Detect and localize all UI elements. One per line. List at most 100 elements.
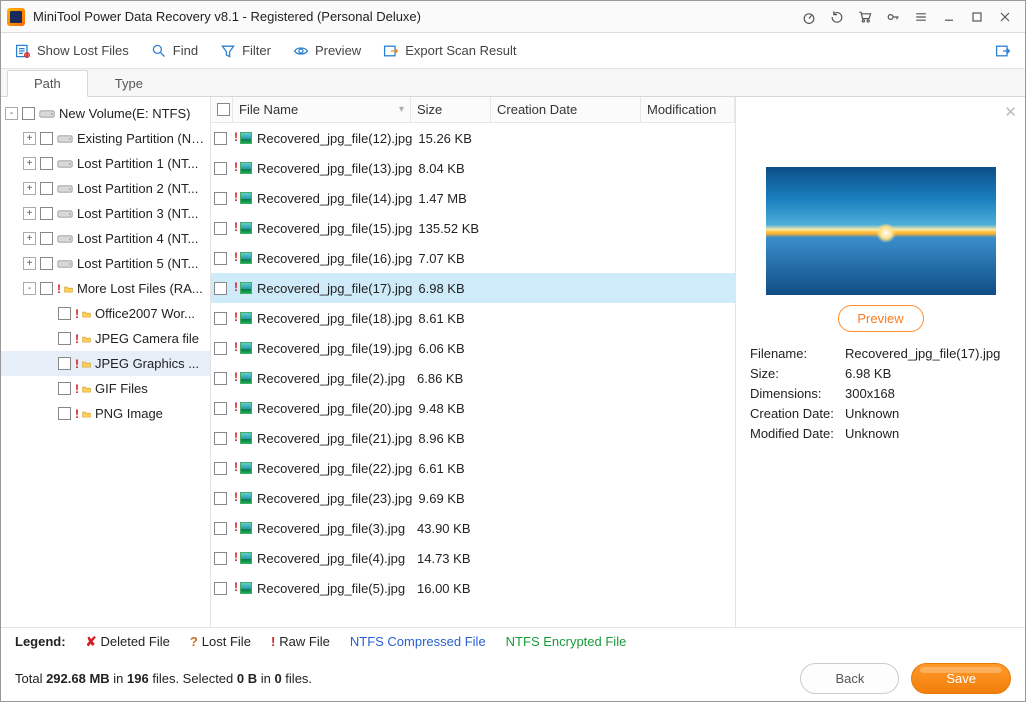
titlebar-refresh-icon[interactable] bbox=[823, 3, 851, 31]
tree-item[interactable]: +Lost Partition 2 (NT... bbox=[1, 176, 210, 201]
file-row[interactable]: !Recovered_jpg_file(15).jpg135.52 KB bbox=[211, 213, 735, 243]
tree-item[interactable]: -!More Lost Files (RA... bbox=[1, 276, 210, 301]
file-checkbox[interactable] bbox=[214, 312, 227, 325]
titlebar-gauge-icon[interactable] bbox=[795, 3, 823, 31]
tree-item[interactable]: +Lost Partition 3 (NT... bbox=[1, 201, 210, 226]
tree-expander-icon[interactable] bbox=[41, 307, 54, 320]
tree-expander-icon[interactable]: + bbox=[23, 132, 36, 145]
tree-checkbox[interactable] bbox=[22, 107, 35, 120]
tree-item[interactable]: +Lost Partition 5 (NT... bbox=[1, 251, 210, 276]
file-rows[interactable]: !Recovered_jpg_file(12).jpg15.26 KB!Reco… bbox=[211, 123, 735, 627]
file-row[interactable]: !Recovered_jpg_file(3).jpg43.90 KB bbox=[211, 513, 735, 543]
file-checkbox[interactable] bbox=[214, 462, 227, 475]
tree-item[interactable]: +Lost Partition 4 (NT... bbox=[1, 226, 210, 251]
tree-checkbox[interactable] bbox=[40, 182, 53, 195]
file-row[interactable]: !Recovered_jpg_file(19).jpg6.06 KB bbox=[211, 333, 735, 363]
tree-expander-icon[interactable]: + bbox=[23, 257, 36, 270]
folder-tree[interactable]: -New Volume(E: NTFS)+Existing Partition … bbox=[1, 97, 211, 627]
tree-expander-icon[interactable] bbox=[41, 332, 54, 345]
tree-item[interactable]: !JPEG Camera file bbox=[1, 326, 210, 351]
close-button[interactable] bbox=[991, 3, 1019, 31]
preview-close-icon[interactable]: ✕ bbox=[1004, 103, 1017, 121]
tree-checkbox[interactable] bbox=[40, 282, 53, 295]
tree-expander-icon[interactable]: + bbox=[23, 157, 36, 170]
tree-item[interactable]: +Lost Partition 1 (NT... bbox=[1, 151, 210, 176]
show-lost-files-button[interactable]: Show Lost Files bbox=[15, 43, 129, 59]
tree-expander-icon[interactable]: + bbox=[23, 232, 36, 245]
file-checkbox[interactable] bbox=[214, 582, 227, 595]
file-icon: ! bbox=[233, 250, 255, 266]
tree-checkbox[interactable] bbox=[40, 232, 53, 245]
file-row[interactable]: !Recovered_jpg_file(17).jpg6.98 KB bbox=[211, 273, 735, 303]
file-checkbox[interactable] bbox=[214, 402, 227, 415]
column-creation[interactable]: Creation Date bbox=[491, 97, 641, 122]
file-checkbox[interactable] bbox=[214, 342, 227, 355]
file-row[interactable]: !Recovered_jpg_file(4).jpg14.73 KB bbox=[211, 543, 735, 573]
file-name: Recovered_jpg_file(4).jpg bbox=[255, 551, 411, 566]
tree-expander-icon[interactable]: - bbox=[23, 282, 36, 295]
file-row[interactable]: !Recovered_jpg_file(2).jpg6.86 KB bbox=[211, 363, 735, 393]
tree-checkbox[interactable] bbox=[40, 257, 53, 270]
file-row[interactable]: !Recovered_jpg_file(5).jpg16.00 KB bbox=[211, 573, 735, 603]
tree-expander-icon[interactable] bbox=[41, 407, 54, 420]
tab-type[interactable]: Type bbox=[88, 70, 170, 96]
tree-expander-icon[interactable] bbox=[41, 382, 54, 395]
file-checkbox[interactable] bbox=[214, 492, 227, 505]
file-row[interactable]: !Recovered_jpg_file(12).jpg15.26 KB bbox=[211, 123, 735, 153]
file-checkbox[interactable] bbox=[214, 252, 227, 265]
share-button[interactable] bbox=[995, 43, 1011, 59]
file-row[interactable]: !Recovered_jpg_file(13).jpg8.04 KB bbox=[211, 153, 735, 183]
file-checkbox[interactable] bbox=[214, 132, 227, 145]
file-checkbox[interactable] bbox=[214, 162, 227, 175]
tree-checkbox[interactable] bbox=[58, 307, 71, 320]
file-checkbox[interactable] bbox=[214, 552, 227, 565]
column-size[interactable]: Size bbox=[411, 97, 491, 122]
file-row[interactable]: !Recovered_jpg_file(21).jpg8.96 KB bbox=[211, 423, 735, 453]
maximize-button[interactable] bbox=[963, 3, 991, 31]
titlebar-menu-icon[interactable] bbox=[907, 3, 935, 31]
file-row[interactable]: !Recovered_jpg_file(23).jpg9.69 KB bbox=[211, 483, 735, 513]
file-row[interactable]: !Recovered_jpg_file(22).jpg6.61 KB bbox=[211, 453, 735, 483]
find-button[interactable]: Find bbox=[151, 43, 198, 59]
file-row[interactable]: !Recovered_jpg_file(20).jpg9.48 KB bbox=[211, 393, 735, 423]
tree-item[interactable]: -New Volume(E: NTFS) bbox=[1, 101, 210, 126]
tree-expander-icon[interactable]: - bbox=[5, 107, 18, 120]
tab-path[interactable]: Path bbox=[7, 70, 88, 97]
minimize-button[interactable] bbox=[935, 3, 963, 31]
tree-checkbox[interactable] bbox=[40, 132, 53, 145]
file-checkbox[interactable] bbox=[214, 222, 227, 235]
tree-item[interactable]: !Office2007 Wor... bbox=[1, 301, 210, 326]
file-row[interactable]: !Recovered_jpg_file(16).jpg7.07 KB bbox=[211, 243, 735, 273]
preview-open-button[interactable]: Preview bbox=[838, 305, 924, 332]
tree-checkbox[interactable] bbox=[40, 207, 53, 220]
select-all-checkbox[interactable] bbox=[217, 103, 230, 116]
tree-expander-icon[interactable]: + bbox=[23, 182, 36, 195]
file-row[interactable]: !Recovered_jpg_file(18).jpg8.61 KB bbox=[211, 303, 735, 333]
filter-button[interactable]: Filter bbox=[220, 43, 271, 59]
tree-checkbox[interactable] bbox=[58, 332, 71, 345]
tree-item[interactable]: !GIF Files bbox=[1, 376, 210, 401]
tree-item[interactable]: !JPEG Graphics ... bbox=[1, 351, 210, 376]
tree-checkbox[interactable] bbox=[58, 382, 71, 395]
tree-checkbox[interactable] bbox=[40, 157, 53, 170]
tree-item[interactable]: !PNG Image bbox=[1, 401, 210, 426]
column-filename[interactable]: File Name▾ bbox=[233, 97, 411, 122]
export-button[interactable]: Export Scan Result bbox=[383, 43, 516, 59]
back-button[interactable]: Back bbox=[800, 663, 899, 694]
tree-item[interactable]: +Existing Partition (N...) bbox=[1, 126, 210, 151]
column-modification[interactable]: Modification bbox=[641, 97, 735, 122]
tree-expander-icon[interactable] bbox=[41, 357, 54, 370]
tree-expander-icon[interactable]: + bbox=[23, 207, 36, 220]
titlebar-cart-icon[interactable] bbox=[851, 3, 879, 31]
file-checkbox[interactable] bbox=[214, 522, 227, 535]
tree-checkbox[interactable] bbox=[58, 357, 71, 370]
file-checkbox[interactable] bbox=[214, 192, 227, 205]
file-checkbox[interactable] bbox=[214, 432, 227, 445]
save-button[interactable]: Save bbox=[911, 663, 1011, 694]
preview-button[interactable]: Preview bbox=[293, 43, 361, 59]
tree-checkbox[interactable] bbox=[58, 407, 71, 420]
file-row[interactable]: !Recovered_jpg_file(14).jpg1.47 MB bbox=[211, 183, 735, 213]
file-checkbox[interactable] bbox=[214, 372, 227, 385]
file-checkbox[interactable] bbox=[214, 282, 227, 295]
titlebar-key-icon[interactable] bbox=[879, 3, 907, 31]
